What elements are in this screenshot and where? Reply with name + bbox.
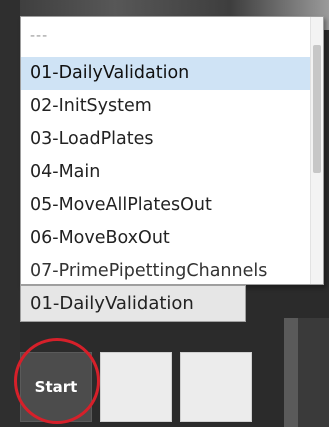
list-item-move-all-plates-out[interactable]: 05-MoveAllPlatesOut [21, 189, 310, 222]
method-combobox[interactable]: 01-DailyValidation [20, 285, 246, 322]
stop-button[interactable] [180, 352, 252, 422]
pause-button[interactable] [100, 352, 172, 422]
list-item-init-system[interactable]: 02-InitSystem [21, 90, 310, 123]
list-item-daily-validation[interactable]: 01-DailyValidation [21, 57, 310, 90]
list-scrollbar[interactable] [310, 17, 323, 284]
highlight-circle-annotation [14, 338, 100, 424]
method-list: --- 01-DailyValidation 02-InitSystem 03-… [21, 17, 310, 284]
list-item-main[interactable]: 04-Main [21, 156, 310, 189]
method-dropdown-list[interactable]: --- 01-DailyValidation 02-InitSystem 03-… [20, 16, 324, 285]
right-panel [284, 318, 329, 427]
list-item-move-box-out[interactable]: 06-MoveBoxOut [21, 222, 310, 255]
list-item-load-plates[interactable]: 03-LoadPlates [21, 123, 310, 156]
scrollbar-thumb[interactable] [313, 45, 321, 173]
list-item-prime-pipetting-channels[interactable]: 07-PrimePipettingChannels [21, 255, 310, 284]
list-item-placeholder[interactable]: --- [21, 21, 310, 51]
